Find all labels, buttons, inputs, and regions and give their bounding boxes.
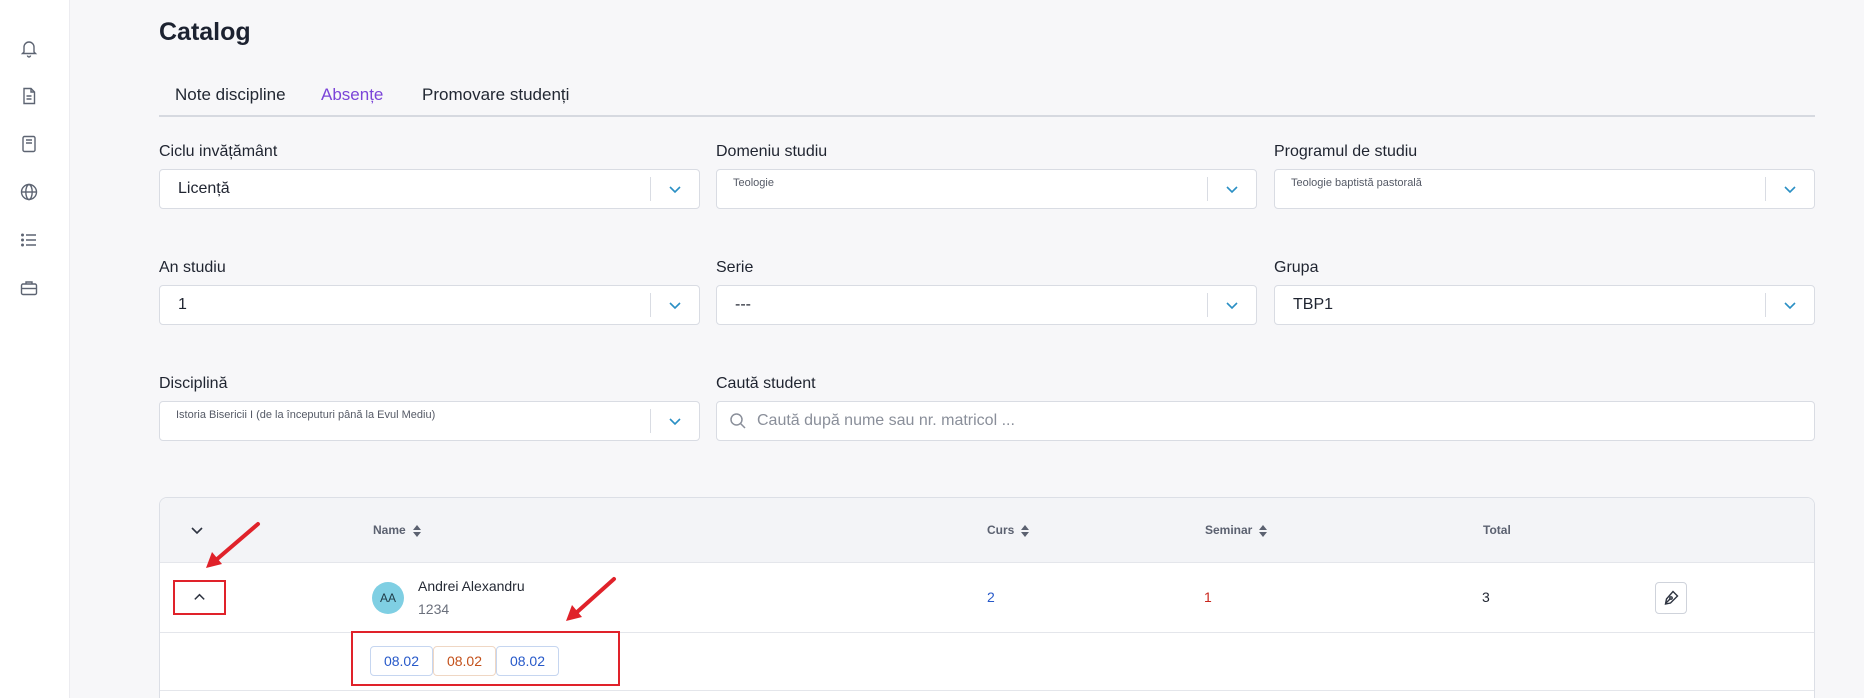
table-row: AA Andrei Alexandru 1234 2 1 3 bbox=[160, 563, 1814, 633]
search-icon bbox=[729, 412, 747, 430]
student-id: 1234 bbox=[418, 601, 450, 617]
domeniu-select[interactable]: Teologie bbox=[716, 169, 1257, 209]
row-expand-toggle[interactable] bbox=[173, 580, 226, 615]
disciplina-label: Disciplină bbox=[159, 375, 228, 392]
sort-icon bbox=[1020, 524, 1030, 538]
header-curs[interactable]: Curs bbox=[987, 523, 1030, 538]
program-select[interactable]: Teologie baptistă pastorală bbox=[1274, 169, 1815, 209]
grupa-label: Grupa bbox=[1274, 259, 1319, 276]
absence-date-chip[interactable]: 08.02 bbox=[496, 646, 559, 676]
page-title: Catalog bbox=[159, 18, 251, 46]
chevron-down-icon bbox=[1223, 296, 1241, 314]
an-select[interactable]: 1 bbox=[159, 285, 700, 325]
edit-button[interactable] bbox=[1655, 582, 1687, 614]
serie-label: Serie bbox=[716, 259, 754, 276]
absence-date-chip[interactable]: 08.02 bbox=[370, 646, 433, 676]
curs-count: 2 bbox=[987, 589, 995, 605]
tabs-bar: Note discipline Absențe Promovare studen… bbox=[159, 84, 1815, 117]
pen-icon bbox=[1664, 590, 1679, 605]
sidebar bbox=[0, 0, 70, 698]
search-box bbox=[716, 401, 1815, 441]
disciplina-value: Istoria Bisericii I (de la începuturi pâ… bbox=[176, 409, 450, 421]
briefcase-icon[interactable] bbox=[19, 278, 39, 298]
an-label: An studiu bbox=[159, 259, 226, 276]
header-seminar-label: Seminar bbox=[1205, 523, 1253, 537]
chevron-down-icon bbox=[666, 412, 684, 430]
ciclu-select[interactable]: Licență bbox=[159, 169, 700, 209]
select-divider bbox=[650, 177, 651, 201]
tab-absente[interactable]: Absențe bbox=[321, 85, 383, 105]
ciclu-value: Licență bbox=[178, 180, 230, 197]
globe-icon[interactable] bbox=[19, 182, 39, 202]
select-divider bbox=[1207, 177, 1208, 201]
program-label: Programul de studiu bbox=[1274, 143, 1418, 160]
program-value: Teologie baptistă pastorală bbox=[1291, 177, 1436, 189]
tab-note-discipline[interactable]: Note discipline bbox=[175, 85, 286, 105]
list-icon[interactable] bbox=[19, 230, 39, 250]
absence-date-chip[interactable]: 08.02 bbox=[433, 646, 496, 676]
tab-promovare-studenti[interactable]: Promovare studenți bbox=[422, 85, 569, 105]
header-name[interactable]: Name bbox=[373, 523, 422, 538]
book-icon[interactable] bbox=[19, 134, 39, 154]
header-name-label: Name bbox=[373, 523, 406, 537]
domeniu-label: Domeniu studiu bbox=[716, 143, 828, 160]
student-name: Andrei Alexandru bbox=[418, 578, 525, 594]
select-divider bbox=[1207, 293, 1208, 317]
grupa-select[interactable]: TBP1 bbox=[1274, 285, 1815, 325]
document-icon[interactable] bbox=[19, 86, 39, 106]
chevron-down-icon bbox=[1781, 296, 1799, 314]
dates-highlight-box: 08.02 08.02 08.02 bbox=[351, 631, 620, 686]
serie-select[interactable]: --- bbox=[716, 285, 1257, 325]
search-input[interactable] bbox=[757, 403, 1797, 439]
cauta-label: Caută student bbox=[716, 375, 816, 392]
select-divider bbox=[1765, 177, 1766, 201]
sort-icon bbox=[1258, 524, 1268, 538]
collapse-all-chevron-icon[interactable] bbox=[189, 522, 205, 538]
expanded-dates-row: 08.02 08.02 08.02 bbox=[160, 631, 1814, 691]
chevron-down-icon bbox=[1781, 180, 1799, 198]
an-value: 1 bbox=[178, 296, 187, 313]
avatar: AA bbox=[372, 582, 404, 614]
absences-table: Name Curs Seminar Total AA Andrei Alexan… bbox=[159, 497, 1815, 698]
select-divider bbox=[1765, 293, 1766, 317]
disciplina-select[interactable]: Istoria Bisericii I (de la începuturi pâ… bbox=[159, 401, 700, 441]
chevron-down-icon bbox=[666, 296, 684, 314]
select-divider bbox=[650, 293, 651, 317]
chevron-down-icon bbox=[1223, 180, 1241, 198]
domeniu-value: Teologie bbox=[733, 177, 788, 189]
chevron-up-icon bbox=[194, 593, 205, 600]
header-total: Total bbox=[1483, 523, 1511, 537]
select-divider bbox=[650, 409, 651, 433]
total-count: 3 bbox=[1482, 589, 1490, 605]
grupa-value: TBP1 bbox=[1293, 296, 1334, 313]
header-seminar[interactable]: Seminar bbox=[1205, 523, 1268, 538]
bell-icon[interactable] bbox=[19, 38, 39, 58]
main-content: Catalog Note discipline Absențe Promovar… bbox=[159, 0, 1815, 698]
chevron-down-icon bbox=[666, 180, 684, 198]
sort-icon bbox=[412, 524, 422, 538]
seminar-count: 1 bbox=[1204, 589, 1212, 605]
table-header: Name Curs Seminar Total bbox=[160, 498, 1814, 563]
serie-value: --- bbox=[735, 296, 751, 313]
header-curs-label: Curs bbox=[987, 523, 1015, 537]
ciclu-label: Ciclu invățământ bbox=[159, 143, 278, 160]
